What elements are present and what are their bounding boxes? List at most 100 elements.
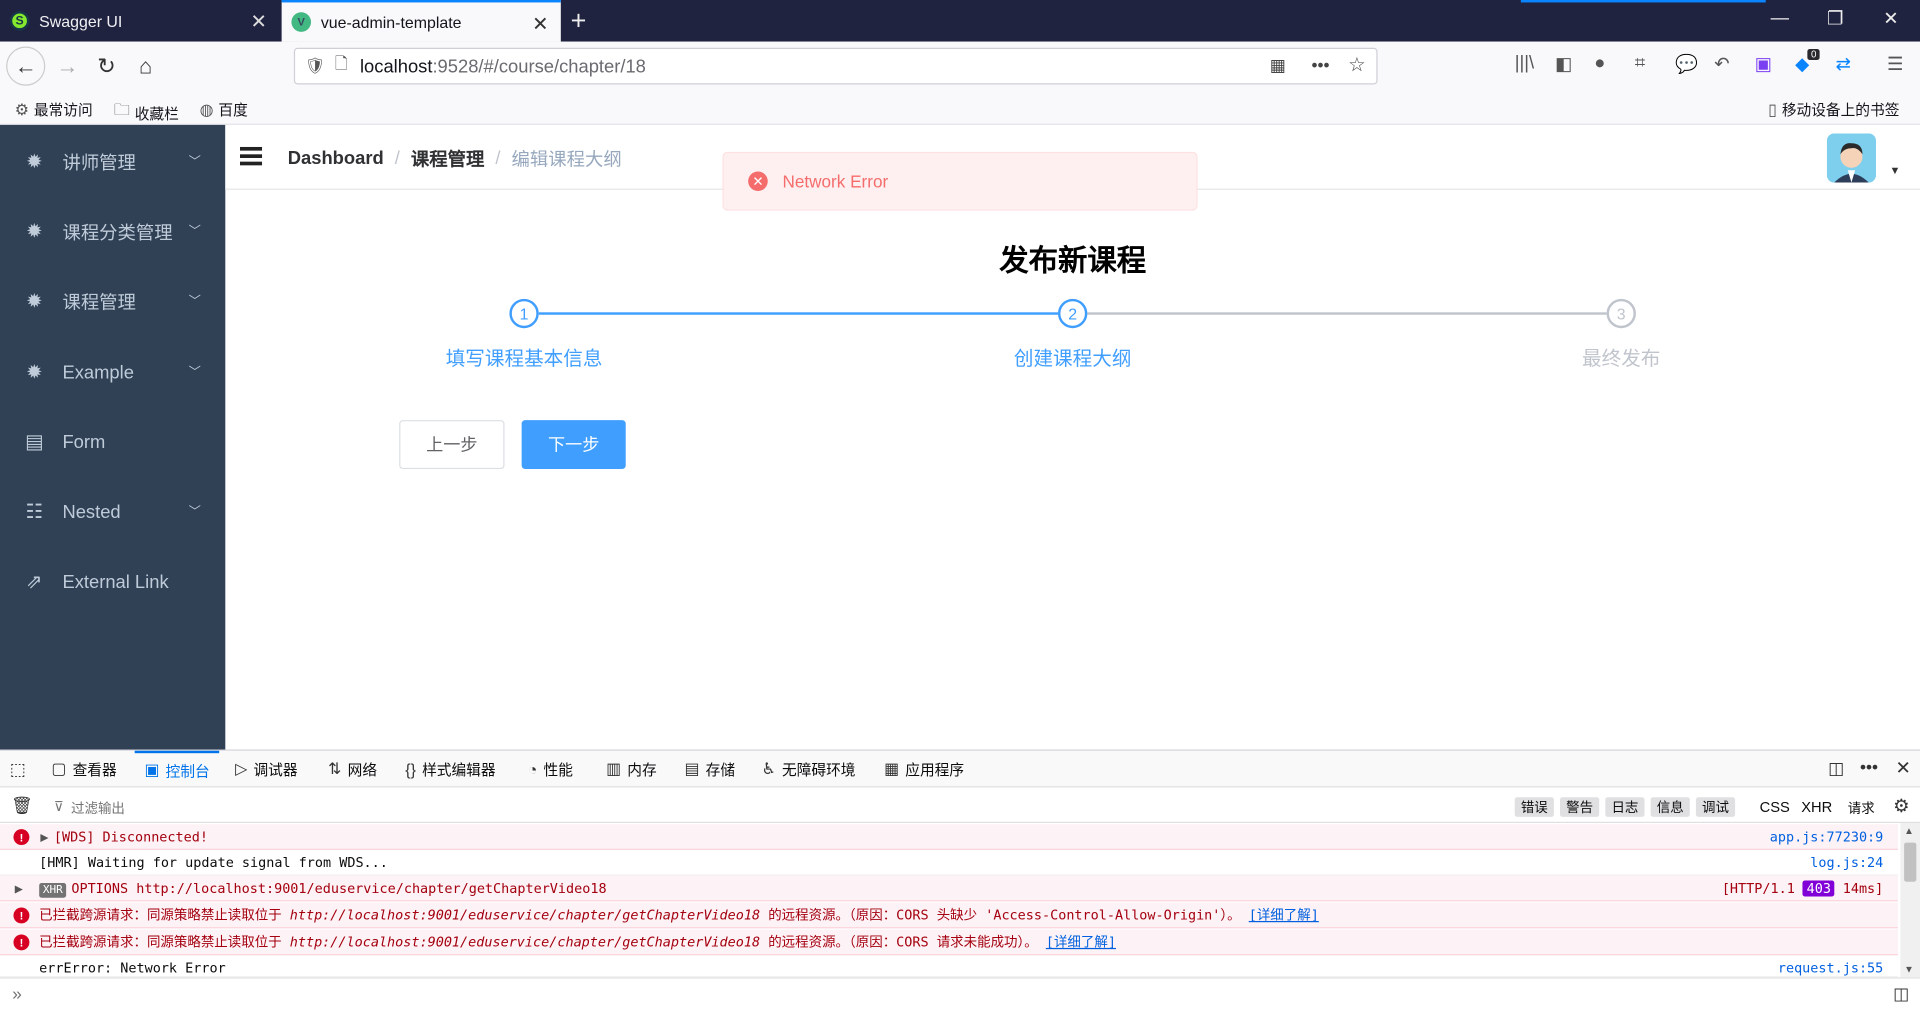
back-arrow-icon[interactable]: ← xyxy=(6,46,46,86)
console-row-log: [HMR] Waiting for update signal from WDS… xyxy=(0,850,1898,876)
shield-icon[interactable]: 🛡 xyxy=(305,56,325,76)
tab-console[interactable]: ▣ 控制台 xyxy=(134,750,220,788)
filter-logs[interactable]: 日志 xyxy=(1605,797,1645,817)
filter-xhr[interactable]: XHR xyxy=(1801,799,1832,816)
console-input[interactable]: » ◫ xyxy=(0,977,1920,1010)
element-picker-icon[interactable]: ⬚ xyxy=(10,759,26,780)
bookmark-label: 收藏栏 xyxy=(134,104,179,122)
more-options-icon[interactable]: ••• xyxy=(1860,757,1878,777)
nested-icon: ☷ xyxy=(25,502,44,523)
learn-more-link[interactable]: [详细了解] xyxy=(1249,908,1319,924)
scroll-down-icon[interactable]: ▼ xyxy=(1904,964,1914,975)
request-url[interactable]: http://localhost:9001/eduservice/chapter… xyxy=(136,880,606,896)
log-source-link[interactable]: log.js:24 xyxy=(1810,854,1883,870)
sidebar-item-subject[interactable]: ✹ 课程分类管理 ﹀ xyxy=(0,197,225,266)
sidebar-item-course[interactable]: ✹ 课程管理 ﹀ xyxy=(0,267,225,336)
log-source-link[interactable]: request.js:55 xyxy=(1778,960,1883,976)
new-tab-plus-icon[interactable]: + xyxy=(571,5,587,37)
reload-icon[interactable]: ↻ xyxy=(88,48,125,85)
console-scrollbar[interactable]: ▲ ▼ xyxy=(1900,822,1920,978)
storage-icon: ▤ xyxy=(684,759,700,778)
tab-network[interactable]: ⇅ 网络 xyxy=(328,751,377,788)
sidebar-item-form[interactable]: ▤ Form xyxy=(0,408,225,477)
scroll-up-icon[interactable]: ▲ xyxy=(1904,825,1914,836)
restore-icon[interactable]: ❐ xyxy=(1827,7,1843,30)
minimize-icon[interactable]: — xyxy=(1771,7,1789,28)
bookmark-star-icon[interactable]: ☆ xyxy=(1348,53,1366,77)
expand-arrow-icon[interactable]: ▶ xyxy=(40,829,48,845)
filter-requests[interactable]: 请求 xyxy=(1848,799,1875,819)
request-protocol: [HTTP/1.1 xyxy=(1721,879,1795,896)
learn-more-link[interactable]: [详细了解] xyxy=(1046,934,1116,950)
filter-input[interactable]: 过滤输出 xyxy=(71,799,125,819)
more-actions-icon[interactable]: ••• xyxy=(1311,55,1329,75)
page-info-icon[interactable]: 🗋 xyxy=(335,53,348,80)
log-source-link[interactable]: app.js:77230:9 xyxy=(1770,829,1884,845)
menu-icon[interactable]: ☰ xyxy=(1887,53,1903,75)
tab-performance[interactable]: ◔ 性能 xyxy=(528,751,573,788)
close-devtools-icon[interactable]: ✕ xyxy=(1896,757,1911,779)
tab-memory[interactable]: ▥ 内存 xyxy=(606,751,657,788)
filter-css[interactable]: CSS xyxy=(1760,799,1790,816)
sidebar-item-example[interactable]: ✹ Example ﹀ xyxy=(0,338,225,407)
filter-errors[interactable]: 错误 xyxy=(1514,797,1554,817)
tab-close-icon[interactable]: ✕ xyxy=(251,10,267,34)
undo-icon[interactable]: ↶ xyxy=(1714,53,1729,75)
bookmark-most-visited[interactable]: ⚙ 最常访问 xyxy=(15,99,93,120)
window-close-icon[interactable]: ✕ xyxy=(1883,7,1898,30)
filter-info[interactable]: 信息 xyxy=(1650,797,1690,817)
home-icon[interactable]: ⌂ xyxy=(127,48,164,85)
breadcrumb-course[interactable]: 课程管理 xyxy=(411,146,484,172)
tab-application[interactable]: ▦ 应用程序 xyxy=(884,751,964,788)
breadcrumb-dashboard[interactable]: Dashboard xyxy=(288,148,384,169)
bookmark-label: 移动设备上的书签 xyxy=(1781,101,1900,119)
sidebar-toggle-icon[interactable]: ◧ xyxy=(1555,53,1572,75)
mobile-bookmarks[interactable]: ▯ 移动设备上的书签 xyxy=(1768,99,1899,120)
tab-storage[interactable]: ▤ 存储 xyxy=(684,751,735,788)
sidebar-item-nested[interactable]: ☷ Nested ﹀ xyxy=(0,478,225,547)
forward-arrow-icon[interactable]: → xyxy=(49,48,86,85)
account-icon[interactable]: ● xyxy=(1594,53,1605,74)
caret-down-icon[interactable]: ▼ xyxy=(1889,164,1900,176)
url-bar[interactable]: 🛡 🗋 localhost:9528/#/course/chapter/18 ▦… xyxy=(293,47,1378,85)
browser-tab-vue-admin[interactable]: V vue-admin-template ✕ xyxy=(281,0,561,42)
expand-arrow-icon[interactable]: ▶ xyxy=(15,880,23,896)
previous-step-button[interactable]: 上一步 xyxy=(399,420,505,470)
sync-icon[interactable]: ⇄ xyxy=(1836,53,1851,75)
filter-debug[interactable]: 调试 xyxy=(1695,797,1736,817)
tab-accessibility[interactable]: ♿ 无障碍环境 xyxy=(762,751,856,788)
extension-icon[interactable]: ▣ xyxy=(1755,53,1772,75)
sidebar-item-teacher[interactable]: ✹ 讲师管理 ﹀ xyxy=(0,127,225,196)
external-link-icon: ⇗ xyxy=(26,571,43,593)
qr-code-icon[interactable]: ▦ xyxy=(1270,55,1286,76)
avatar[interactable] xyxy=(1826,133,1876,183)
sidebar-item-external-link[interactable]: ⇗ External Link xyxy=(0,547,225,616)
tab-debugger[interactable]: ▷ 调试器 xyxy=(235,751,297,788)
tab-close-icon[interactable]: ✕ xyxy=(532,12,548,36)
library-icon[interactable]: |||\ xyxy=(1515,53,1534,74)
url-host: localhost xyxy=(359,55,433,77)
filter-warnings[interactable]: 警告 xyxy=(1560,797,1600,817)
gauge-icon: ◔ xyxy=(527,759,538,779)
screenshot-icon[interactable]: ⌗ xyxy=(1635,53,1645,74)
hamburger-icon[interactable] xyxy=(240,146,263,165)
tab-inspector[interactable]: ▢ 查看器 xyxy=(51,751,116,788)
browser-tab-swagger[interactable]: S Swagger UI ✕ xyxy=(0,0,279,42)
inspector-icon: ▢ xyxy=(51,759,67,778)
bookmark-baidu[interactable]: ◍ 百度 xyxy=(200,99,248,120)
trash-icon[interactable]: 🗑 xyxy=(11,795,33,816)
settings-gear-icon[interactable]: ⚙ xyxy=(1893,795,1909,817)
status-badge: 403 xyxy=(1802,879,1835,896)
bookmark-favorites-folder[interactable]: 🗀 收藏栏 xyxy=(114,99,179,126)
editor-mode-icon[interactable]: ◫ xyxy=(1893,983,1909,1004)
next-step-button[interactable]: 下一步 xyxy=(521,420,626,470)
chat-icon[interactable]: 💬 xyxy=(1675,53,1698,75)
sidebar-item-label: Example xyxy=(62,361,134,383)
tab-style-editor[interactable]: {} 样式编辑器 xyxy=(405,751,495,788)
scrollbar-thumb[interactable] xyxy=(1904,842,1917,882)
cors-suffix: 的远程资源。（原因：CORS 头缺少 'Access-Control-Allow… xyxy=(768,907,1241,924)
dock-toggle-icon[interactable]: ◫ xyxy=(1828,758,1844,779)
xhr-badge: XHR xyxy=(39,882,67,898)
console-row-error: ! ▶ [WDS] Disconnected! app.js:77230:9 xyxy=(0,824,1898,850)
breadcrumb: Dashboard / 课程管理 / 编辑课程大纲 xyxy=(288,146,622,172)
